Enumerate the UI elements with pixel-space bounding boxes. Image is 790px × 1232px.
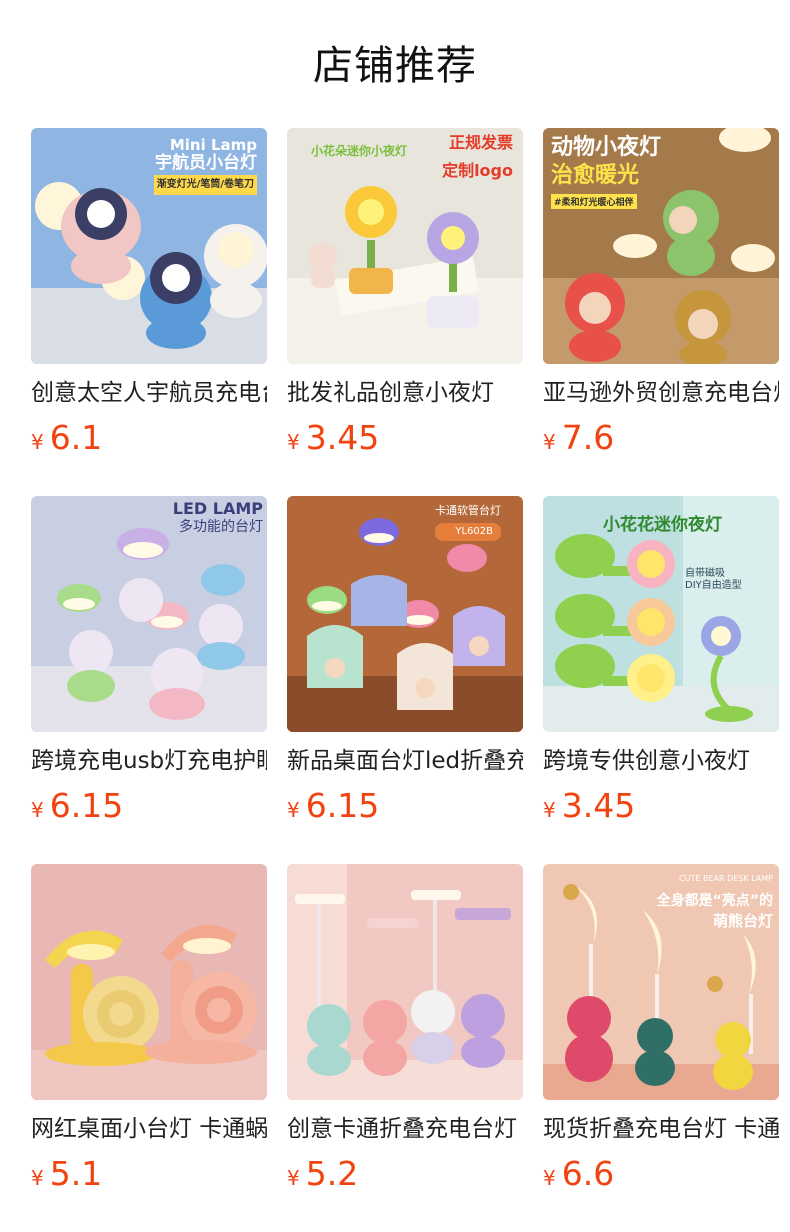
product-name[interactable]: 批发礼品创意小夜灯 <box>287 378 523 408</box>
currency-symbol: ¥ <box>287 430 300 454</box>
product-price: ¥ 6.1 <box>31 418 267 458</box>
product-image[interactable]: 小花花迷你夜灯 自带磁吸 DIY自由造型 <box>543 496 779 732</box>
currency-symbol: ¥ <box>31 1166 44 1190</box>
price-value: 5.1 <box>49 1154 103 1193</box>
currency-symbol: ¥ <box>31 798 44 822</box>
image-caption: 卡通软管台灯 YL602B <box>435 502 501 541</box>
product-image[interactable]: 正规发票 定制logo 小花朵迷你小夜灯 <box>287 128 523 364</box>
currency-symbol: ¥ <box>287 798 300 822</box>
product-name[interactable]: 网红桌面小台灯 卡通蜗牛 <box>31 1114 267 1144</box>
product-image[interactable]: Mini Lamp 宇航员小台灯 渐变灯光/笔筒/卷笔刀 <box>31 128 267 364</box>
image-caption: LED LAMP 多功能的台灯 <box>172 499 263 536</box>
product-card[interactable]: LED LAMP 多功能的台灯 跨境充电usb灯充电护眼台灯 ¥ 6.15 <box>31 496 267 832</box>
image-caption: 自带磁吸 DIY自由造型 <box>685 568 742 591</box>
product-card[interactable]: 卡通软管台灯 YL602B 新品桌面台灯led折叠充电 ¥ 6.15 <box>287 496 523 832</box>
product-name[interactable]: 跨境专供创意小夜灯 <box>543 746 779 776</box>
price-value: 7.6 <box>561 418 615 457</box>
price-value: 3.45 <box>305 418 380 457</box>
image-caption: CUTE BEAR DESK LAMP 全身都是“亮点”的 萌熊台灯 <box>656 874 773 930</box>
price-value: 5.2 <box>305 1154 359 1193</box>
product-image[interactable]: CUTE BEAR DESK LAMP 全身都是“亮点”的 萌熊台灯 <box>543 864 779 1100</box>
price-value: 6.1 <box>49 418 103 457</box>
cartoon-folding-lamp-illustration <box>287 864 523 1100</box>
product-image[interactable]: LED LAMP 多功能的台灯 <box>31 496 267 732</box>
product-price: ¥ 3.45 <box>287 418 523 458</box>
currency-symbol: ¥ <box>31 430 44 454</box>
price-value: 3.45 <box>561 786 636 825</box>
product-grid: Mini Lamp 宇航员小台灯 渐变灯光/笔筒/卷笔刀 创意太空人宇航员充电台… <box>31 128 779 1200</box>
product-name[interactable]: 创意卡通折叠充电台灯 <box>287 1114 523 1144</box>
image-caption: 动物小夜灯 治愈暖光 #柔和灯光暖心相伴 <box>551 135 662 209</box>
currency-symbol: ¥ <box>543 430 556 454</box>
product-card[interactable]: 创意卡通折叠充电台灯 ¥ 5.2 <box>287 864 523 1200</box>
product-name[interactable]: 现货折叠充电台灯 卡通熊 <box>543 1114 779 1144</box>
product-image[interactable] <box>287 864 523 1100</box>
page-title: 店铺推荐 <box>313 43 477 89</box>
product-name[interactable]: 跨境充电usb灯充电护眼台灯 <box>31 746 267 776</box>
product-price: ¥ 3.45 <box>543 786 779 826</box>
product-price: ¥ 5.2 <box>287 1154 523 1194</box>
image-caption: 正规发票 定制logo <box>442 133 513 180</box>
currency-symbol: ¥ <box>543 798 556 822</box>
product-price: ¥ 5.1 <box>31 1154 267 1194</box>
product-price: ¥ 7.6 <box>543 418 779 458</box>
product-card[interactable]: 小花花迷你夜灯 自带磁吸 DIY自由造型 跨境专供创意小夜灯 ¥ 3.45 <box>543 496 779 832</box>
product-name[interactable]: 新品桌面台灯led折叠充电 <box>287 746 523 776</box>
product-image[interactable]: 动物小夜灯 治愈暖光 #柔和灯光暖心相伴 <box>543 128 779 364</box>
product-name[interactable]: 创意太空人宇航员充电台灯 <box>31 378 267 408</box>
product-card[interactable]: 网红桌面小台灯 卡通蜗牛 ¥ 5.1 <box>31 864 267 1200</box>
product-card[interactable]: Mini Lamp 宇航员小台灯 渐变灯光/笔筒/卷笔刀 创意太空人宇航员充电台… <box>31 128 267 464</box>
currency-symbol: ¥ <box>287 1166 300 1190</box>
snail-lamp-illustration <box>31 864 267 1100</box>
image-caption: Mini Lamp 宇航员小台灯 渐变灯光/笔筒/卷笔刀 <box>153 136 257 195</box>
price-value: 6.15 <box>305 786 380 825</box>
product-image[interactable] <box>31 864 267 1100</box>
product-price: ¥ 6.6 <box>543 1154 779 1194</box>
product-card[interactable]: CUTE BEAR DESK LAMP 全身都是“亮点”的 萌熊台灯 现货折叠充… <box>543 864 779 1200</box>
product-card[interactable]: 动物小夜灯 治愈暖光 #柔和灯光暖心相伴 亚马逊外贸创意充电台灯 ¥ 7.6 <box>543 128 779 464</box>
product-image[interactable]: 卡通软管台灯 YL602B <box>287 496 523 732</box>
product-price: ¥ 6.15 <box>31 786 267 826</box>
product-price: ¥ 6.15 <box>287 786 523 826</box>
product-name[interactable]: 亚马逊外贸创意充电台灯 <box>543 378 779 408</box>
price-value: 6.6 <box>561 1154 615 1193</box>
price-value: 6.15 <box>49 786 124 825</box>
image-caption-left: 小花朵迷你小夜灯 <box>311 144 408 158</box>
image-caption: 小花花迷你夜灯 <box>603 515 722 535</box>
product-card[interactable]: 正规发票 定制logo 小花朵迷你小夜灯 批发礼品创意小夜灯 ¥ 3.45 <box>287 128 523 464</box>
currency-symbol: ¥ <box>543 1166 556 1190</box>
